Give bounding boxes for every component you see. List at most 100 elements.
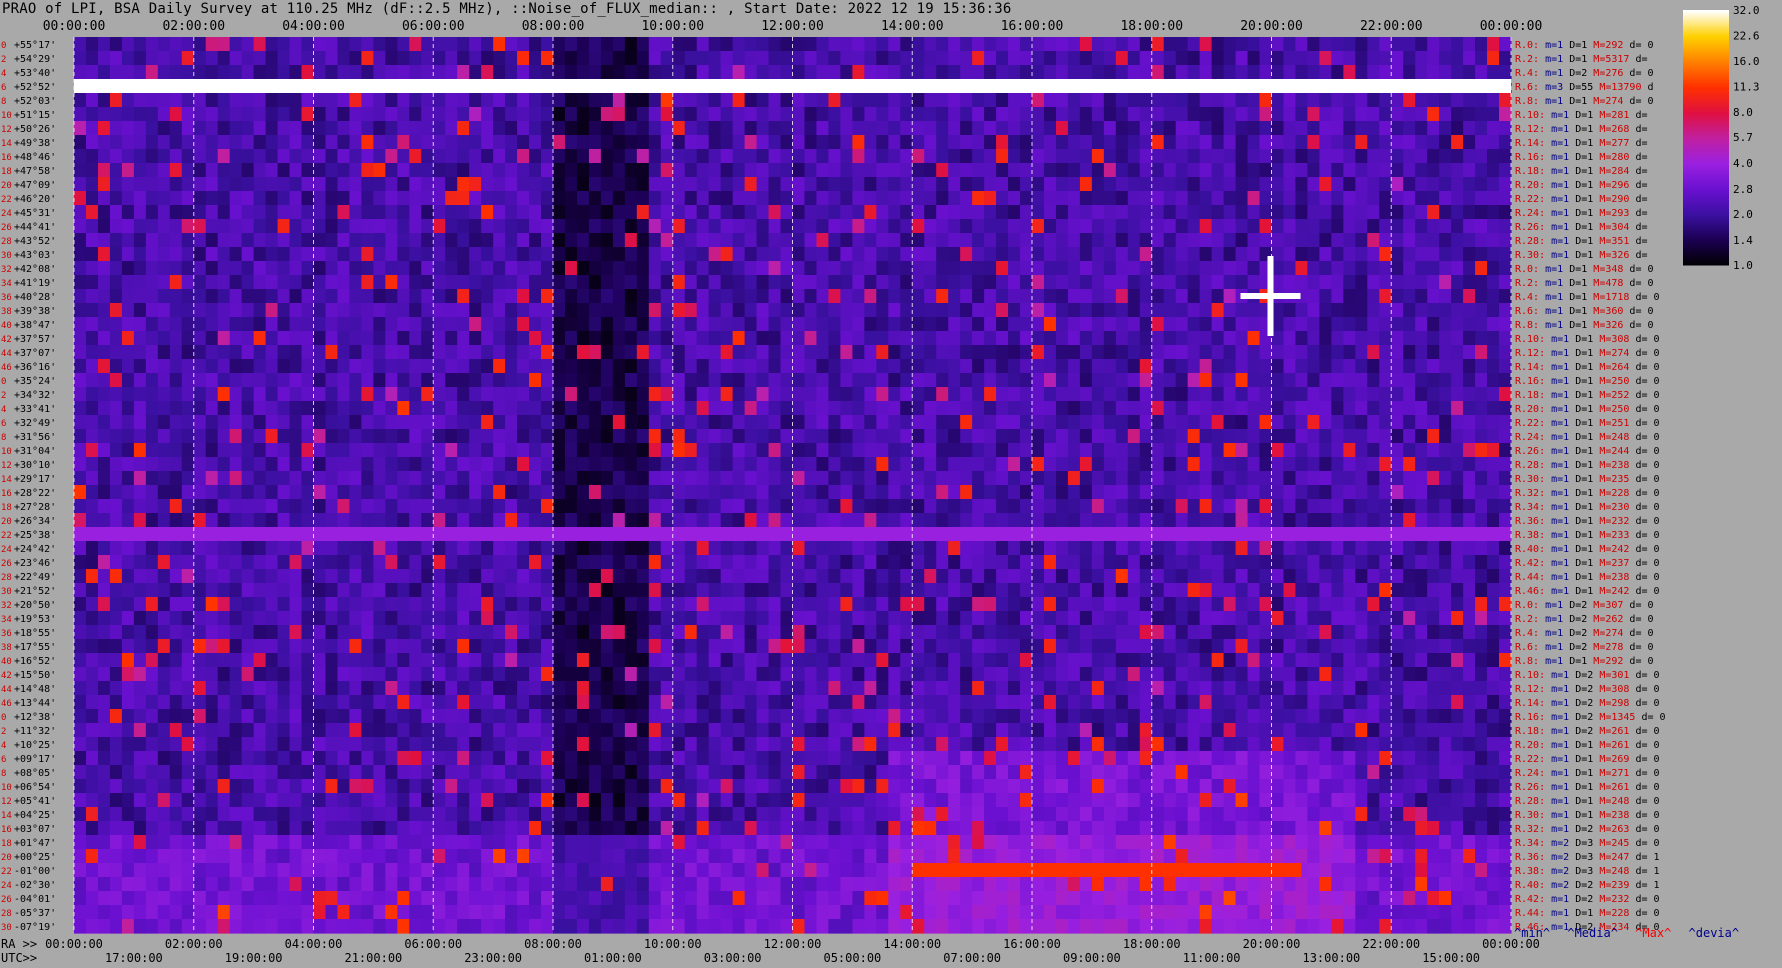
heat-cell [361,51,374,66]
heat-cell [1115,219,1129,234]
heat-cell [1223,275,1237,290]
heat-cell [1415,121,1428,136]
heat-cell [864,51,877,66]
heat-cell [888,611,901,626]
heat-cell [876,205,889,220]
heat-cell [1355,331,1368,346]
heat-cell [732,163,746,178]
heat-cell [912,107,925,122]
heat-cell [840,513,853,528]
heat-cell [624,597,638,612]
heat-cell [1319,387,1332,402]
heat-cell [85,317,99,332]
heat-cell [1163,261,1177,276]
heat-cell [181,275,195,290]
heat-cell [576,261,590,276]
heat-cell [373,121,386,136]
heat-cell [337,611,351,626]
heat-cell [1139,303,1153,318]
heat-cell [97,499,111,514]
heat-cell [493,541,506,556]
heat-cell [433,457,446,472]
heat-cell [756,219,770,234]
heat-cell [1355,387,1368,402]
heat-cell [1307,485,1320,500]
heat-cell [780,583,794,598]
heat-cell [529,163,542,178]
heat-cell [385,569,398,584]
heat-cell [253,373,267,388]
heat-cell [445,569,458,584]
heat-cell [1451,163,1464,178]
heat-cell [648,191,662,206]
heat-cell [1043,317,1057,332]
heat-cell [948,247,961,262]
heat-cell [457,121,470,136]
heat-cell [337,415,351,430]
heat-cell [1379,219,1392,234]
heat-cell [241,401,255,416]
heat-cell [109,345,123,360]
heat-cell [1415,513,1428,528]
heat-cell [205,345,219,360]
heat-cell [265,233,279,248]
heat-cell [433,107,446,122]
heat-cell [1331,513,1344,528]
heat-cell [1451,93,1464,108]
heat-cell [660,303,674,318]
heat-cell [792,429,806,444]
heat-cell [1199,443,1213,458]
heat-cell [1367,93,1380,108]
heat-cell [1187,373,1201,388]
heat-cell [529,317,542,332]
heat-cell [1451,107,1464,122]
heat-cell [121,247,135,262]
heat-cell [1439,541,1452,556]
heat-cell [732,415,746,430]
heat-cell [564,289,578,304]
heat-cell [924,373,937,388]
heat-cell [397,317,410,332]
heat-cell [1235,163,1249,178]
heat-cell [457,429,470,444]
heat-cell [1187,387,1201,402]
heat-cell [229,135,243,150]
heat-cell [828,555,841,570]
heat-cell [1367,289,1380,304]
heat-cell [373,65,386,80]
heat-cell [1499,65,1512,80]
heat-cell [1211,541,1225,556]
heat-cell [636,317,650,332]
heat-cell [157,275,171,290]
heat-cell [505,541,518,556]
heat-cell [1259,121,1273,136]
heat-cell [684,359,698,374]
heat-cell [972,93,985,108]
heat-cell [205,513,219,528]
heat-cell [325,275,339,290]
heat-cell [325,569,339,584]
heat-cell [265,317,279,332]
heat-cell [253,555,267,570]
heat-cell [972,513,985,528]
heat-cell [1319,485,1332,500]
heat-cell [97,107,111,122]
heat-cell [301,121,315,136]
heat-cell [397,373,410,388]
heat-cell [1367,443,1380,458]
heat-cell [1067,289,1081,304]
heat-cell [972,51,985,66]
heat-cell [97,205,111,220]
heat-cell [1283,177,1297,192]
heat-cell [984,219,997,234]
heat-cell [457,471,470,486]
heat-cell [349,331,362,346]
heat-cell [600,191,614,206]
heat-cell [852,345,865,360]
heat-cell [385,345,398,360]
heat-cell [984,107,997,122]
heat-cell [181,261,195,276]
heat-cell [241,51,255,66]
heat-cell [960,555,973,570]
heat-cell [1151,541,1165,556]
